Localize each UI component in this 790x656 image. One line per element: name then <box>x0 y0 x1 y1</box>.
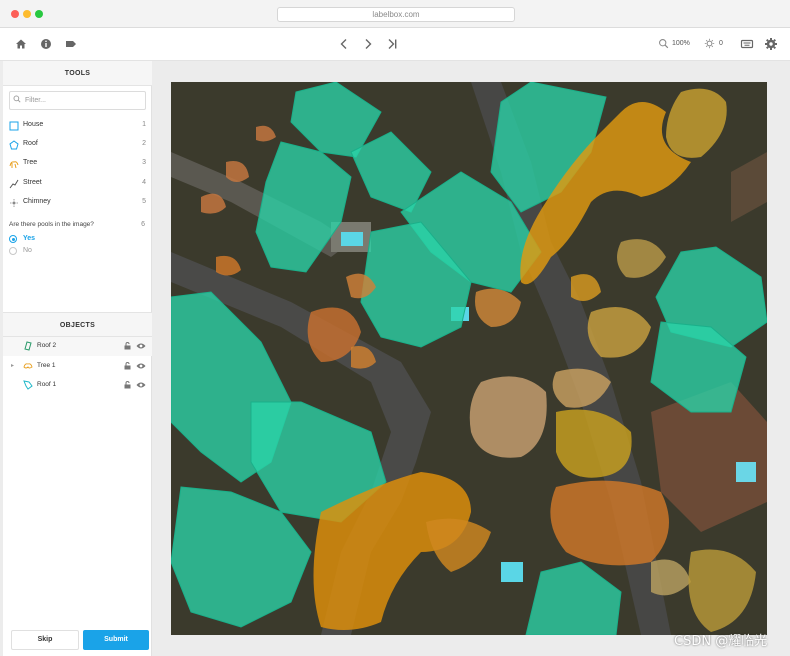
tree-overlay <box>550 480 669 566</box>
tool-label: Chimney <box>23 198 51 205</box>
tree-overlay <box>469 376 547 458</box>
unlock-icon[interactable] <box>124 342 131 350</box>
info-icon[interactable] <box>39 37 53 51</box>
browser-titlebar: labelbox.com <box>0 0 790 28</box>
unlock-icon[interactable] <box>124 362 131 370</box>
tool-hotkey: 3 <box>142 159 146 166</box>
question-hotkey: 6 <box>141 221 145 228</box>
polygon-green-icon <box>24 341 32 351</box>
tool-filter-input[interactable]: Filter... <box>9 91 146 110</box>
keyboard-icon[interactable] <box>740 37 754 51</box>
tree-icon <box>9 161 19 169</box>
brightness-value: 0 <box>719 40 723 47</box>
expand-chevron-icon[interactable]: ▸ <box>11 362 14 369</box>
left-sidebar: TOOLS Filter... House 1 Roof 2 Tree 3 St… <box>3 61 152 656</box>
settings-gear-icon[interactable] <box>764 37 778 51</box>
object-roof-1[interactable]: Roof 1 <box>3 376 152 395</box>
home-icon[interactable] <box>14 37 28 51</box>
visibility-eye-icon[interactable] <box>136 381 146 389</box>
tool-label: Street <box>23 179 42 186</box>
zoom-icon[interactable] <box>658 38 669 49</box>
tool-hotkey: 4 <box>142 179 146 186</box>
skip-to-last-icon[interactable] <box>385 37 399 51</box>
app-window: labelbox.com 100% 0 TOOLS Filter... Hous… <box>0 0 790 656</box>
object-label: Roof 1 <box>37 381 57 388</box>
aerial-image-with-annotations[interactable] <box>171 82 767 635</box>
submit-button[interactable]: Submit <box>83 630 149 650</box>
radio-label: Yes <box>23 235 36 242</box>
brightness-icon[interactable] <box>704 38 715 49</box>
previous-icon[interactable] <box>337 37 351 51</box>
tool-street[interactable]: Street 4 <box>3 175 152 193</box>
tool-hotkey: 2 <box>142 140 146 147</box>
pool <box>736 462 756 482</box>
tool-roof[interactable]: Roof 2 <box>3 136 152 154</box>
visibility-eye-icon[interactable] <box>136 342 146 350</box>
object-label: Roof 2 <box>37 342 57 349</box>
objects-header: OBJECTS <box>3 312 152 337</box>
object-tree-1[interactable]: ▸ Tree 1 <box>3 357 152 376</box>
object-roof-2[interactable]: Roof 2 <box>3 337 152 356</box>
next-icon[interactable] <box>361 37 375 51</box>
tool-house[interactable]: House 1 <box>3 117 152 135</box>
tool-label: Tree <box>23 159 38 166</box>
polygon-icon <box>9 140 19 150</box>
pool <box>341 232 363 246</box>
pool <box>501 562 523 582</box>
zoom-level: 100% <box>672 40 690 47</box>
object-label: Tree 1 <box>37 362 56 369</box>
search-icon <box>13 95 21 103</box>
tool-chimney[interactable]: Chimney 5 <box>3 194 152 212</box>
address-bar[interactable]: labelbox.com <box>277 7 515 22</box>
bounding-box-icon <box>9 121 19 131</box>
radio-checked[interactable] <box>9 235 17 243</box>
polygon-teal-icon <box>23 380 33 390</box>
polyline-icon <box>9 179 19 189</box>
tool-label: Roof <box>23 140 38 147</box>
tool-label: House <box>23 121 44 128</box>
radio-label: No <box>23 247 32 254</box>
tools-header: TOOLS <box>3 61 152 86</box>
close-window-button[interactable] <box>11 10 19 18</box>
tool-tree[interactable]: Tree 3 <box>3 155 152 173</box>
label-tag-icon[interactable] <box>64 37 78 51</box>
watermark-text: CSDN @耀临光 <box>674 634 768 649</box>
radio-unchecked[interactable] <box>9 247 17 255</box>
editor-toolbar: 100% 0 <box>0 28 790 61</box>
minimize-window-button[interactable] <box>23 10 31 18</box>
point-icon <box>10 199 18 207</box>
annotation-canvas[interactable] <box>171 82 767 635</box>
visibility-eye-icon[interactable] <box>136 362 146 370</box>
tool-hotkey: 1 <box>142 121 146 128</box>
tool-hotkey: 5 <box>142 198 146 205</box>
maximize-window-button[interactable] <box>35 10 43 18</box>
unlock-icon[interactable] <box>124 381 131 389</box>
skip-button[interactable]: Skip <box>11 630 79 650</box>
tree-icon <box>23 363 33 369</box>
pool-question: Are there pools in the image? <box>9 221 94 228</box>
